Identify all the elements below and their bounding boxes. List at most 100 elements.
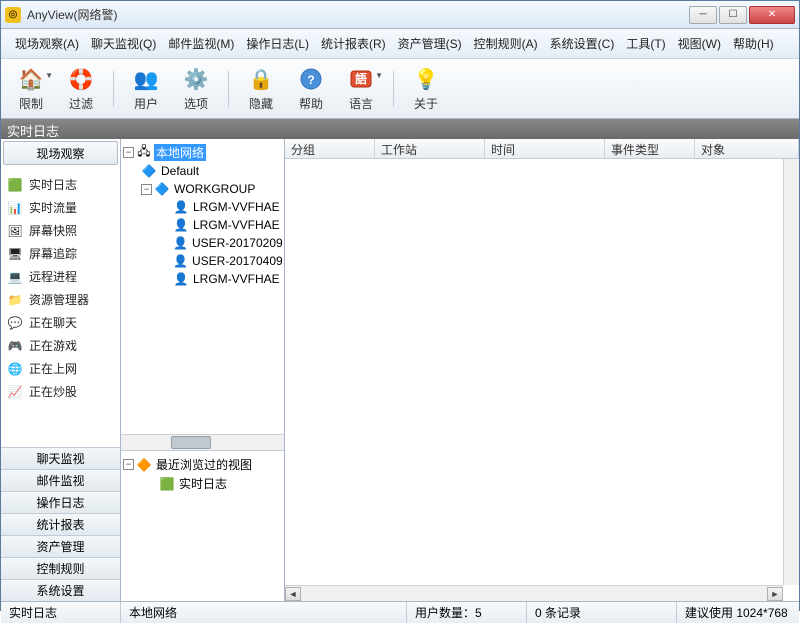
grid-header: 分组 工作站 时间 事件类型 对象 — [285, 139, 799, 159]
stock-icon: 📈 — [7, 384, 23, 400]
cat-asset[interactable]: 资产管理 — [1, 535, 120, 557]
about-button[interactable]: 💡关于 — [404, 63, 448, 114]
tree-root[interactable]: −🖧本地网络 — [123, 143, 282, 162]
user-icon: 👤 — [173, 253, 188, 269]
folder-icon: 📁 — [7, 292, 23, 308]
scroll-thumb[interactable] — [171, 436, 211, 449]
status-records: 0 条记录 — [527, 602, 677, 623]
users-icon: 👥 — [132, 65, 160, 93]
menu-mail[interactable]: 邮件监视(M) — [162, 33, 240, 54]
nav-realtime-log[interactable]: 🟩实时日志 — [3, 173, 118, 196]
col-time[interactable]: 时间 — [485, 139, 605, 158]
col-group[interactable]: 分组 — [285, 139, 375, 158]
cat-chat[interactable]: 聊天监视 — [1, 447, 120, 469]
cat-rules[interactable]: 控制规则 — [1, 557, 120, 579]
nav-browsing[interactable]: 🌐正在上网 — [3, 357, 118, 380]
tree-host[interactable]: 👤USER-20170409 — [173, 252, 282, 270]
computer-icon: 💻 — [7, 269, 23, 285]
group-icon: 🔷 — [154, 181, 170, 197]
status-users: 用户数量：5 — [407, 602, 527, 623]
scroll-left-icon[interactable]: ◄ — [285, 587, 301, 601]
separator — [228, 71, 229, 107]
collapse-icon[interactable]: − — [123, 459, 134, 470]
nav-explorer[interactable]: 📁资源管理器 — [3, 288, 118, 311]
log-grid: 分组 工作站 时间 事件类型 对象 ◄ ► — [285, 139, 799, 601]
help-button[interactable]: ?帮助 — [289, 63, 333, 114]
menu-asset[interactable]: 资产管理(S) — [392, 33, 468, 54]
network-icon: 🖧 — [136, 145, 152, 161]
user-button[interactable]: 👥用户 — [124, 63, 168, 114]
tree-recent-item[interactable]: 🟩实时日志 — [159, 474, 282, 493]
user-icon: 👤 — [173, 271, 189, 287]
user-icon: 👤 — [173, 235, 188, 251]
globe-icon: 🌐 — [7, 361, 23, 377]
nav-screenshot[interactable]: 🖼屏幕快照 — [3, 219, 118, 242]
house-icon: 🏠 — [17, 65, 45, 93]
chart-icon: 📊 — [7, 200, 23, 216]
help-icon: ? — [297, 65, 325, 93]
tree-panel: −🖧本地网络 🔷Default −🔷WORKGROUP 👤LRGM-VVFHAE… — [121, 139, 285, 601]
user-icon: 👤 — [173, 217, 189, 233]
title-bar: ◎ AnyView(网络警) ─ ☐ ✕ — [1, 1, 799, 29]
nav-gaming[interactable]: 🎮正在游戏 — [3, 334, 118, 357]
cat-report[interactable]: 统计报表 — [1, 513, 120, 535]
menu-report[interactable]: 统计报表(R) — [315, 33, 392, 54]
window-title: AnyView(网络警) — [27, 6, 689, 23]
limit-button[interactable]: 🏠限制▼ — [9, 63, 53, 114]
nav-chatting[interactable]: 💬正在聊天 — [3, 311, 118, 334]
menu-tools[interactable]: 工具(T) — [620, 33, 671, 54]
menu-help[interactable]: 帮助(H) — [727, 33, 780, 54]
vertical-scrollbar[interactable] — [783, 159, 799, 585]
menu-settings[interactable]: 系统设置(C) — [544, 33, 621, 54]
chat-icon: 💬 — [7, 315, 23, 331]
col-workstation[interactable]: 工作站 — [375, 139, 485, 158]
menu-view[interactable]: 视图(W) — [672, 33, 727, 54]
tree-host[interactable]: 👤LRGM-VVFHAE — [173, 198, 282, 216]
maximize-button[interactable]: ☐ — [719, 6, 747, 24]
nav-remote-proc[interactable]: 💻远程进程 — [3, 265, 118, 288]
close-button[interactable]: ✕ — [749, 6, 795, 24]
tree-host[interactable]: 👤LRGM-VVFHAE — [173, 270, 282, 288]
menu-scene[interactable]: 现场观察(A) — [9, 33, 85, 54]
menu-chat[interactable]: 聊天监视(Q) — [85, 33, 162, 54]
nav-scene-button[interactable]: 现场观察 — [3, 141, 118, 165]
recent-tree: −🔶最近浏览过的视图 🟩实时日志 — [121, 451, 284, 601]
cat-log[interactable]: 操作日志 — [1, 491, 120, 513]
col-object[interactable]: 对象 — [695, 139, 799, 158]
status-mode: 实时日志 — [1, 602, 121, 623]
dropdown-arrow-icon: ▼ — [45, 71, 53, 80]
language-icon: 語 — [347, 65, 375, 93]
options-button[interactable]: ⚙️选项 — [174, 63, 218, 114]
tree-default[interactable]: 🔷Default — [141, 162, 282, 180]
minimize-button[interactable]: ─ — [689, 6, 717, 24]
nav-item-list: 🟩实时日志 📊实时流量 🖼屏幕快照 🖥屏幕追踪 💻远程进程 📁资源管理器 💬正在… — [1, 167, 120, 447]
menu-rules[interactable]: 控制规则(A) — [468, 33, 544, 54]
scroll-track[interactable] — [301, 587, 767, 601]
section-header: 实时日志 — [1, 119, 799, 139]
lang-button[interactable]: 語语言▼ — [339, 63, 383, 114]
nav-realtime-traffic[interactable]: 📊实时流量 — [3, 196, 118, 219]
tree-workgroup[interactable]: −🔷WORKGROUP — [141, 180, 282, 198]
tree-host[interactable]: 👤LRGM-VVFHAE — [173, 216, 282, 234]
cat-mail[interactable]: 邮件监视 — [1, 469, 120, 491]
group-icon: 🔷 — [141, 163, 157, 179]
tree-host[interactable]: 👤USER-20170209 — [173, 234, 282, 252]
lock-icon: 🔒 — [247, 65, 275, 93]
nav-screen-track[interactable]: 🖥屏幕追踪 — [3, 242, 118, 265]
menu-log[interactable]: 操作日志(L) — [240, 33, 315, 54]
monitor-icon: 🖥 — [7, 246, 23, 262]
nav-stocks[interactable]: 📈正在炒股 — [3, 380, 118, 403]
hide-button[interactable]: 🔒隐藏 — [239, 63, 283, 114]
status-bar: 实时日志 本地网络 用户数量：5 0 条记录 建议使用 1024*768 — [1, 601, 799, 623]
cat-settings[interactable]: 系统设置 — [1, 579, 120, 601]
svg-text:語: 語 — [355, 71, 367, 86]
horizontal-scrollbar[interactable]: ◄ ► — [285, 585, 783, 601]
scroll-right-icon[interactable]: ► — [767, 587, 783, 601]
col-event[interactable]: 事件类型 — [605, 139, 695, 158]
filter-button[interactable]: 🛟过滤 — [59, 63, 103, 114]
horizontal-scrollbar[interactable] — [121, 434, 284, 450]
collapse-icon[interactable]: − — [123, 147, 134, 158]
user-icon: 👤 — [173, 199, 189, 215]
tree-recent-root[interactable]: −🔶最近浏览过的视图 — [123, 455, 282, 474]
collapse-icon[interactable]: − — [141, 184, 152, 195]
